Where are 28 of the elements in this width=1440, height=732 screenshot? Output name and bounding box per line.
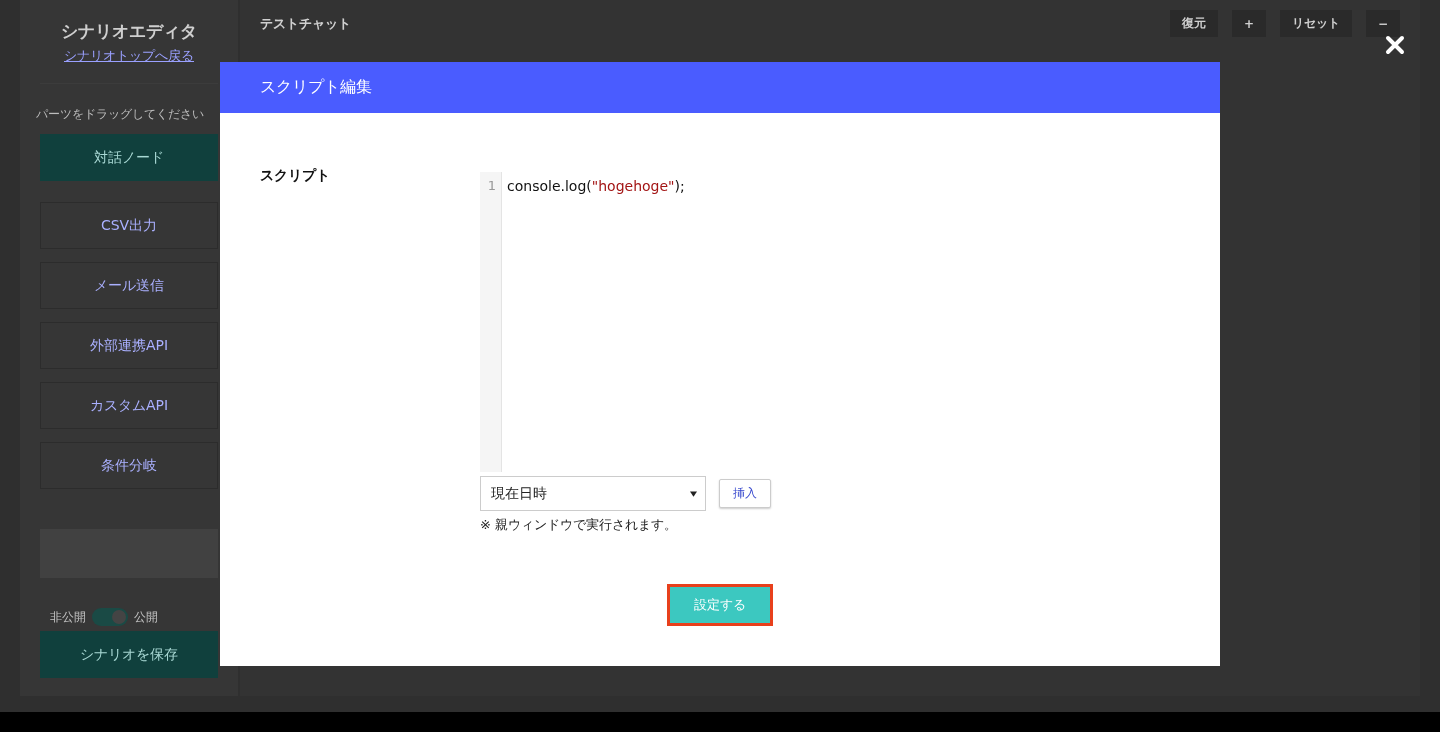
field-label: スクリプト (260, 166, 331, 185)
save-scenario-button[interactable]: シナリオを保存 (40, 631, 218, 678)
insert-button[interactable]: 挿入 (719, 479, 771, 508)
toolbar-button[interactable]: + (1231, 10, 1266, 37)
part-button[interactable]: 条件分岐 (40, 442, 218, 489)
note-text: ※ 親ウィンドウで実行されます。 (480, 516, 679, 534)
dialog-node-part[interactable]: 対話ノード (40, 134, 218, 181)
toolbar-button[interactable]: 復元 (1169, 10, 1218, 37)
part-button[interactable]: カスタムAPI (40, 382, 218, 429)
app-title: シナリオエディタ (61, 20, 197, 43)
publish-toggle[interactable] (92, 608, 128, 626)
code-line: console.log("hogehoge"); (507, 177, 685, 196)
chat-title: テストチャット (260, 14, 351, 33)
close-icon[interactable] (1385, 35, 1405, 55)
caret-icon (690, 490, 697, 497)
part-button[interactable]: CSV出力 (40, 202, 218, 249)
toolbar-button[interactable]: − (1365, 10, 1400, 37)
variable-select[interactable]: 現在日時 (480, 476, 706, 511)
private-label: 非公開 (50, 608, 86, 626)
dialog-title: スクリプト編集 (260, 77, 372, 98)
part-button[interactable]: 外部連携API (40, 322, 218, 369)
code-editor[interactable]: 1 console.log("hogehoge"); (480, 172, 1180, 472)
line-number: 1 (486, 177, 496, 195)
public-label: 公開 (134, 608, 158, 626)
back-link[interactable]: シナリオトップへ戻る (64, 47, 194, 65)
toolbar-button[interactable]: リセット (1279, 10, 1352, 37)
part-button[interactable]: メール送信 (40, 262, 218, 309)
drag-hint: パーツをドラッグしてください (36, 106, 205, 123)
